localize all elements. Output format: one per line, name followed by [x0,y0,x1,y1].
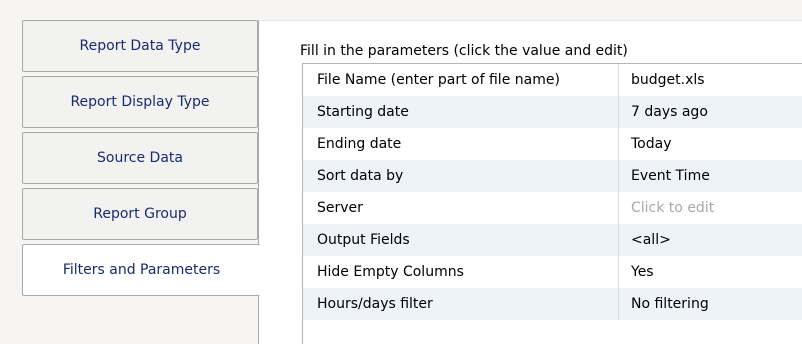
param-row: Output Fields <all> [303,224,802,256]
tab-report-display-type[interactable]: Report Display Type [22,76,258,128]
param-value[interactable]: budget.xls [619,64,802,96]
param-name: Server [303,192,619,224]
report-wizard: Report Data Type Report Display Type Sou… [0,0,802,344]
parameters-grid: File Name (enter part of file name) budg… [302,63,802,344]
param-name: Hours/days filter [303,288,619,320]
param-name: Ending date [303,128,619,160]
param-row: Sort data by Event Time [303,160,802,192]
param-value-placeholder[interactable]: Click to edit [619,192,802,224]
param-name: Starting date [303,96,619,128]
param-row: Hide Empty Columns Yes [303,256,802,288]
tab-label: Report Data Type [79,38,201,54]
tab-label: Report Group [93,206,187,222]
tab-filters-and-parameters[interactable]: Filters and Parameters [22,244,260,296]
param-row: Server Click to edit [303,192,802,224]
param-value[interactable]: Event Time [619,160,802,192]
param-value[interactable]: <all> [619,224,802,256]
param-name: Output Fields [303,224,619,256]
tab-label: Filters and Parameters [62,262,221,278]
param-name: Sort data by [303,160,619,192]
param-row: Starting date 7 days ago [303,96,802,128]
tab-source-data[interactable]: Source Data [22,132,258,184]
param-value[interactable]: Yes [619,256,802,288]
tab-report-data-type[interactable]: Report Data Type [22,20,258,72]
tab-label: Source Data [97,150,183,166]
param-value[interactable]: Today [619,128,802,160]
param-value[interactable]: 7 days ago [619,96,802,128]
instructions-text: Fill in the parameters (click the value … [300,43,628,59]
param-name: Hide Empty Columns [303,256,619,288]
param-row: Hours/days filter No filtering [303,288,802,320]
parameters-panel: Fill in the parameters (click the value … [258,20,802,344]
param-name: File Name (enter part of file name) [303,64,619,96]
param-value[interactable]: No filtering [619,288,802,320]
tab-label: Report Display Type [70,94,210,110]
param-row: File Name (enter part of file name) budg… [303,64,802,96]
tab-report-group[interactable]: Report Group [22,188,258,240]
param-row: Ending date Today [303,128,802,160]
